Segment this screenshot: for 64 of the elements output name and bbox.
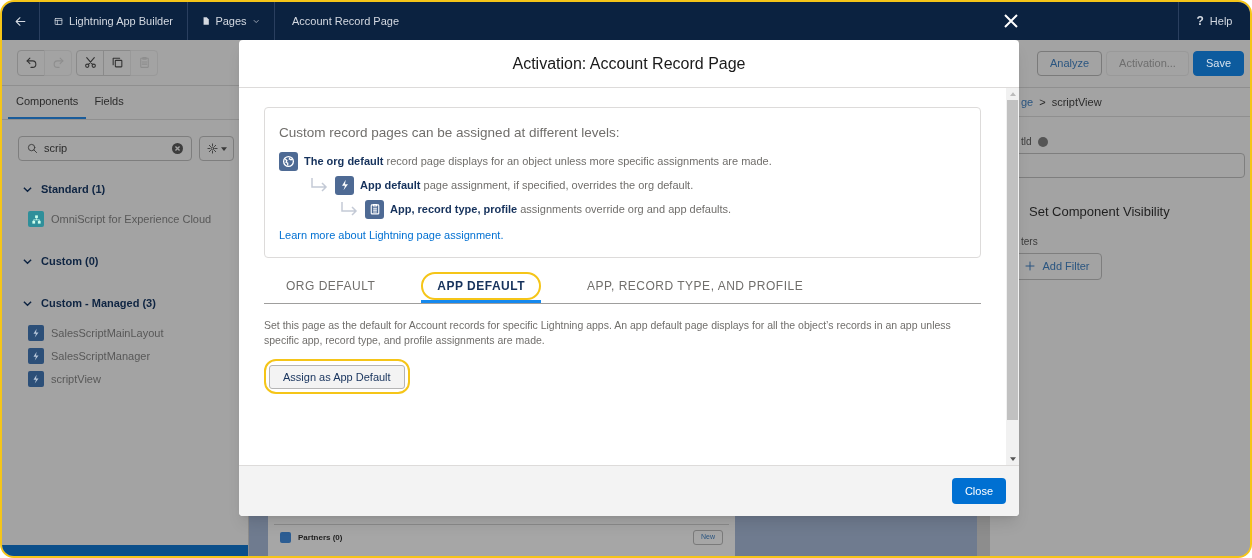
section-header[interactable]: Custom - Managed (3) [23,295,248,311]
hierarchy-icon [28,211,44,227]
search-field[interactable]: scrip [18,136,192,161]
lightning-icon [28,348,44,364]
card-title: Partners (0) [298,531,344,544]
lightning-icon [28,325,44,341]
filters-label: ters [1020,234,1039,249]
tab[interactable]: APP, RECORD TYPE, AND PROFILE [571,271,820,303]
scrollbar[interactable] [1006,88,1019,465]
question-icon: ? [1196,12,1204,30]
component-item[interactable]: OmniScript for Experience Cloud [28,211,248,227]
copy-button[interactable] [103,49,131,76]
breadcrumb-link[interactable]: ge [1021,93,1034,111]
undo-button[interactable] [17,49,45,76]
tab-description: Set this page as the default for Account records for specific Lightning apps. An app default page displays for all the object’s records in an app unless specific app, record type, and profile assignments are made. [264,317,952,348]
component-item[interactable]: scriptView [28,371,248,387]
save-button[interactable]: Save [1192,51,1244,76]
dialog-title: Activation: Account Record Page [512,53,746,74]
copy-icon [110,56,124,69]
level-description: App, record type, profile assignments override org and app defaults. [390,202,732,217]
breadcrumb-separator: > [1039,94,1046,110]
search-icon [27,143,38,154]
cut-button[interactable] [76,49,104,76]
list-icon [280,532,291,543]
close-icon[interactable] [1003,13,1019,29]
document-icon [202,15,211,27]
globe-icon [279,151,298,171]
lightning-icon [335,175,354,195]
clipboard-icon [365,199,384,219]
scroll-down-icon[interactable] [1009,457,1016,461]
tab[interactable]: ORG DEFAULT [270,271,392,303]
indent-arrow-icon [339,201,359,218]
clear-icon[interactable] [172,143,183,154]
section-header[interactable]: Standard (1) [23,181,248,197]
settings-icon [206,143,218,154]
caret-icon [220,146,227,151]
component-item[interactable]: SalesScriptManager [28,348,248,364]
back-arrow-icon [14,14,27,28]
page-title: Account Record Page [292,13,399,29]
scissors-icon [83,56,97,69]
intro-text: Custom record pages can be assigned at different levels: [279,124,621,142]
chevron-icon [23,298,32,308]
field-label: tld [1021,135,1032,149]
close-button[interactable]: Close [951,478,1006,504]
assign-button[interactable]: Assign as App Default [269,365,405,389]
level-description: The org default record page displays for an object unless more specific assignments are made. [304,154,772,169]
section-header[interactable]: Custom (0) [23,253,248,269]
panel-tab[interactable]: Fields [86,86,132,119]
breadcrumb-current: scriptView [1051,94,1102,110]
panel-tab[interactable]: Components [8,86,87,119]
undo-icon [24,56,38,69]
app-name: Lightning App Builder [69,13,173,29]
section-title: Set Component Visibility [1028,203,1171,221]
plus-icon [1024,260,1037,272]
learn-more-link[interactable]: Learn more about Lightning page assignment. [279,227,966,244]
tab[interactable]: APP DEFAULT [421,271,542,303]
chevron-icon [23,256,32,266]
component-item[interactable]: SalesScriptMainLayout [28,325,248,341]
indent-arrow-icon [309,177,329,194]
lightning-icon [28,371,44,387]
chevron-icon [23,184,32,194]
settings-button[interactable] [199,136,234,161]
level-description: App default page assignment, if specified, overrides the org default. [360,178,694,193]
toolbar-button[interactable]: Analyze [1036,51,1103,76]
